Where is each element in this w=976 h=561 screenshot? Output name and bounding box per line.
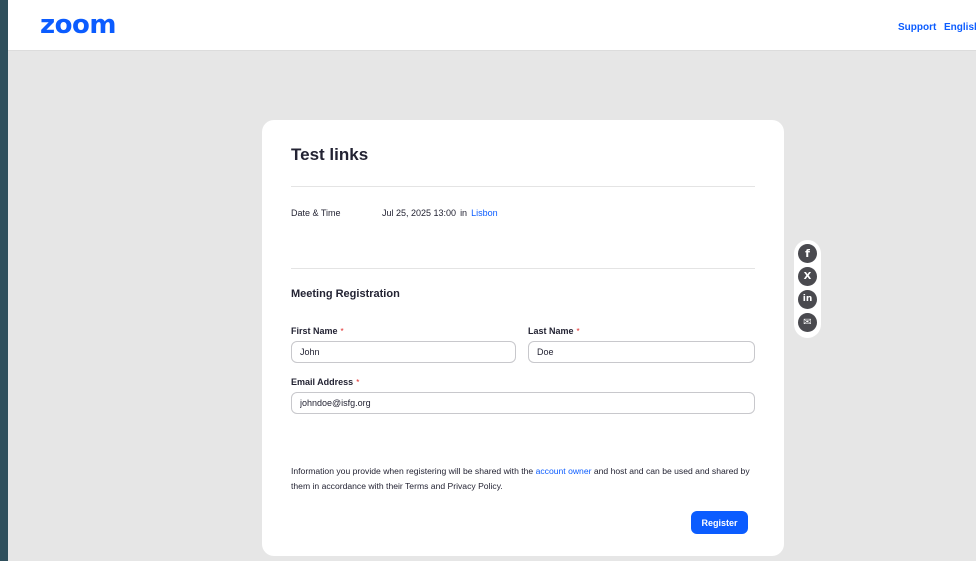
share-bar: f X in ✉ [794, 240, 821, 338]
zoom-logo[interactable]: zoom [40, 10, 116, 40]
last-name-label: Last Name * [528, 326, 580, 336]
privacy-notice-text: Information you provide when registering… [291, 466, 536, 476]
date-time-value: Jul 25, 2025 13:00 in Lisbon [382, 208, 498, 218]
required-marker: * [576, 327, 580, 336]
in-label: in [460, 208, 468, 218]
register-button[interactable]: Register [691, 511, 748, 534]
language-selector[interactable]: English [944, 22, 976, 33]
top-header: zoom Support English [8, 0, 976, 51]
email-label: Email Address * [291, 377, 359, 387]
registration-card: Test links Date & Time Jul 25, 2025 13:0… [262, 120, 784, 556]
x-icon[interactable]: X [798, 267, 817, 286]
email-label-text: Email Address [291, 377, 354, 387]
first-name-label: First Name * [291, 326, 344, 336]
last-name-label-text: Last Name [528, 326, 574, 336]
required-marker: * [340, 327, 344, 336]
privacy-notice: Information you provide when registering… [291, 464, 761, 494]
account-owner-link[interactable]: account owner [536, 466, 592, 476]
mail-icon[interactable]: ✉ [798, 313, 817, 332]
timezone-link[interactable]: Lisbon [471, 208, 498, 218]
facebook-icon[interactable]: f [798, 244, 817, 263]
section-title: Meeting Registration [291, 288, 400, 300]
support-link[interactable]: Support [898, 22, 936, 33]
divider [291, 268, 755, 269]
required-marker: * [356, 378, 360, 387]
first-name-label-text: First Name [291, 326, 338, 336]
linkedin-icon[interactable]: in [798, 290, 817, 309]
window-edge [0, 0, 8, 561]
first-name-field[interactable] [291, 341, 516, 363]
meeting-title: Test links [291, 145, 369, 164]
date-time-text: Jul 25, 2025 13:00 [382, 208, 457, 218]
date-time-label: Date & Time [291, 208, 341, 218]
email-field[interactable] [291, 392, 755, 414]
divider [291, 186, 755, 187]
last-name-field[interactable] [528, 341, 755, 363]
